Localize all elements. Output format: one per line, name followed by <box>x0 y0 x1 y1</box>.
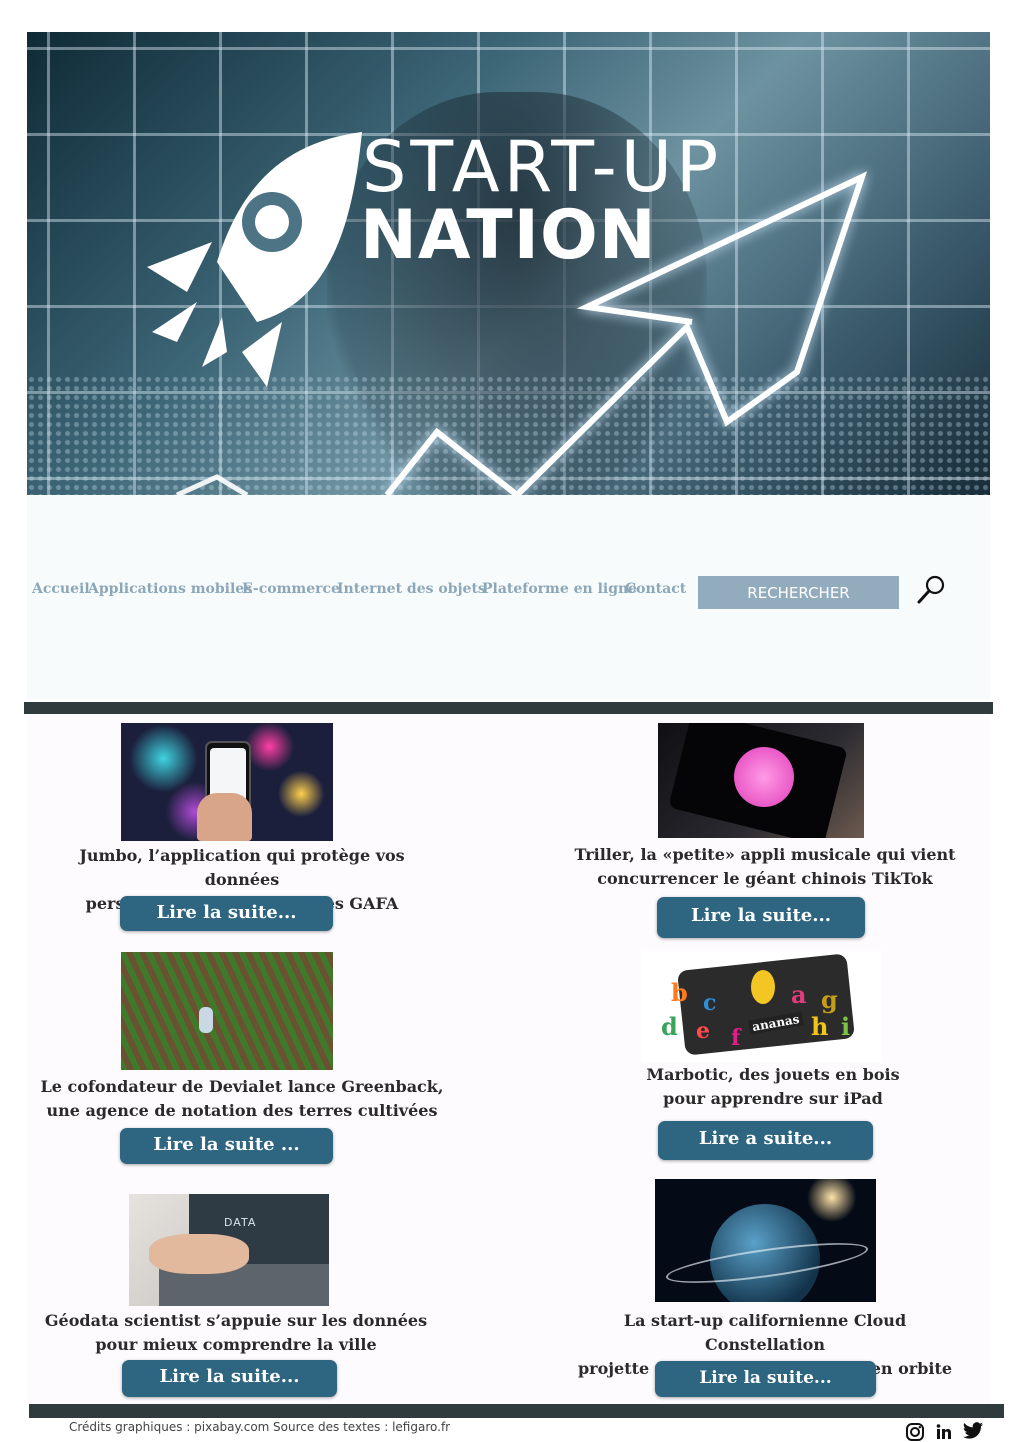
growth-arrow <box>175 474 249 495</box>
read-more-button[interactable]: Lire a suite... <box>658 1121 873 1160</box>
toy-letter: g <box>821 985 838 1014</box>
toy-letter: i <box>841 1012 851 1041</box>
title-line: Triller, la «petite» appli musicale qui … <box>574 845 956 864</box>
nav-item-plateforme-en-ligne[interactable]: Plateforme en ligne <box>482 581 637 597</box>
article-thumb-geodata[interactable]: DATA <box>129 1194 329 1306</box>
title-line: Le cofondateur de Devialet lance Greenba… <box>40 1077 444 1096</box>
article-title-triller[interactable]: Triller, la «petite» appli musicale qui … <box>570 843 960 891</box>
title-line: Marbotic, des jouets en bois <box>646 1065 900 1084</box>
article-thumb-marbotic[interactable]: b c a g d e h i f ananas <box>641 950 881 1062</box>
title-line: Géodata scientist s’appuie sur les donné… <box>44 1311 428 1330</box>
pineapple-toy <box>751 970 775 1004</box>
instagram-icon[interactable] <box>905 1422 925 1442</box>
article-thumb-greenback[interactable] <box>121 952 333 1070</box>
farmer-figure <box>199 1007 213 1033</box>
nav-item-accueil[interactable]: Accueil <box>32 581 90 597</box>
article-title-greenback[interactable]: Le cofondateur de Devialet lance Greenba… <box>40 1075 444 1123</box>
title-line: pour mieux comprendre la ville <box>95 1335 377 1354</box>
hand-shape <box>197 793 252 841</box>
toy-letter: d <box>661 1012 678 1041</box>
toy-letter: e <box>696 1018 710 1044</box>
article-title-geodata[interactable]: Géodata scientist s’appuie sur les donné… <box>40 1309 432 1357</box>
article-thumb-cloud-constellation[interactable] <box>655 1179 876 1302</box>
article-title-marbotic[interactable]: Marbotic, des jouets en bois pour appren… <box>600 1063 946 1111</box>
toy-letter: c <box>703 990 717 1016</box>
triller-logo <box>734 747 794 807</box>
nav-item-contact[interactable]: Contact <box>625 581 686 597</box>
footer-credits[interactable]: Crédits graphiques : pixabay.com <box>69 1420 269 1434</box>
title-line: pour apprendre sur iPad <box>663 1089 883 1108</box>
nav-item-internet-des-objets[interactable]: Internet des objets <box>337 581 486 597</box>
read-more-button[interactable]: Lire la suite... <box>655 1361 876 1397</box>
top-divider <box>24 702 993 714</box>
hero-banner: START-UP NATION <box>27 32 990 495</box>
rocket-logo <box>147 132 362 387</box>
screen-data-label: DATA <box>224 1216 257 1229</box>
title-line: La start-up californienne Cloud Constell… <box>623 1311 907 1354</box>
title-line: Jumbo, l’application qui protège vos don… <box>79 846 405 889</box>
linkedin-icon[interactable] <box>934 1422 954 1442</box>
logo-nation-text: NATION <box>360 196 657 275</box>
search-input[interactable] <box>698 576 899 609</box>
twitter-icon[interactable] <box>962 1420 984 1442</box>
toy-letter: f <box>731 1025 741 1051</box>
read-more-button[interactable]: Lire la suite... <box>122 1360 337 1397</box>
nav-item-e-commerce[interactable]: E-commerce <box>242 581 340 597</box>
read-more-button[interactable]: Lire la suite... <box>657 897 865 938</box>
article-thumb-triller[interactable] <box>658 723 864 838</box>
hands-shape <box>149 1234 249 1274</box>
title-line: une agence de notation des terres cultiv… <box>46 1101 438 1120</box>
toy-letter: h <box>811 1012 829 1041</box>
toy-letter: a <box>791 980 807 1009</box>
footer-source[interactable]: Source des textes : lefigaro.fr <box>273 1420 450 1434</box>
toy-letter: b <box>671 978 688 1007</box>
read-more-button[interactable]: Lire la suite ... <box>120 1128 333 1164</box>
logo-startup-text: START-UP <box>362 126 723 208</box>
article-thumb-jumbo[interactable] <box>121 723 333 841</box>
search-icon[interactable] <box>915 574 947 606</box>
title-line: concurrencer le géant chinois TikTok <box>597 869 933 888</box>
nav-item-applications-mobiles[interactable]: Applications mobiles <box>88 581 252 597</box>
bottom-divider <box>29 1404 1004 1418</box>
read-more-button[interactable]: Lire la suite... <box>120 896 333 931</box>
